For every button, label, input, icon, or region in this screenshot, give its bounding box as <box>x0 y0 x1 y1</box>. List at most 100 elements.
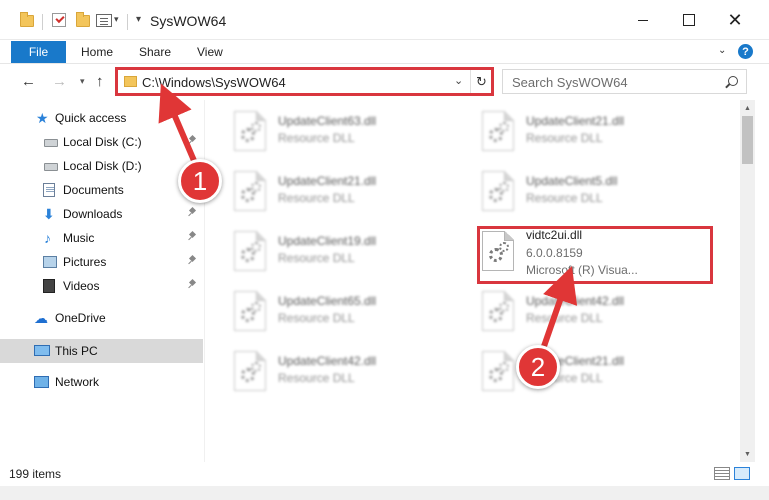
sidebar-item-network[interactable]: Network <box>0 370 203 394</box>
dll-file-icon <box>234 111 266 151</box>
item-count: 199 items <box>9 467 62 481</box>
pin-icon[interactable] <box>189 136 196 145</box>
file-item[interactable]: UpdateClient21.dll Resource DLL <box>478 346 698 396</box>
dll-file-icon <box>482 351 514 391</box>
cloud-icon: ☁ <box>34 310 48 326</box>
folder-icon <box>20 12 34 27</box>
download-icon: ⬇ <box>43 206 55 222</box>
expand-ribbon-icon[interactable]: ⌄ <box>718 45 726 56</box>
file-name: UpdateClient42.dll <box>278 354 377 368</box>
back-arrow-icon[interactable]: ← <box>21 73 36 90</box>
customize-toolbar-icon[interactable]: ▾ <box>136 14 141 25</box>
forward-arrow-icon[interactable]: → <box>52 73 67 90</box>
scroll-down-icon[interactable]: ▼ <box>740 446 755 462</box>
sidebar-item-quick-access[interactable]: ★ Quick access <box>0 106 203 130</box>
pictures-icon <box>43 256 57 268</box>
search-placeholder: Search SysWOW64 <box>512 75 628 90</box>
file-type: Resource DLL <box>526 191 603 205</box>
file-type: Resource DLL <box>526 311 603 325</box>
file-item[interactable]: UpdateClient19.dll Resource DLL <box>230 226 450 276</box>
sidebar-item-downloads[interactable]: ⬇ Downloads <box>0 202 203 226</box>
search-input[interactable]: Search SysWOW64 <box>502 69 747 94</box>
vertical-scrollbar[interactable]: ▲ ▼ <box>740 100 755 462</box>
navigation-pane: ★ Quick access Local Disk (C:) Local Dis… <box>0 100 205 462</box>
file-name: UpdateClient21.dll <box>278 174 377 188</box>
pin-icon[interactable] <box>189 208 196 217</box>
file-item[interactable]: UpdateClient42.dll Resource DLL <box>478 286 698 336</box>
sidebar-item-pictures[interactable]: Pictures <box>0 250 203 274</box>
file-item[interactable]: UpdateClient65.dll Resource DLL <box>230 286 450 336</box>
file-name: UpdateClient5.dll <box>526 174 618 188</box>
pin-icon[interactable] <box>189 256 196 265</box>
chevron-down-icon[interactable]: ▾ <box>114 14 119 25</box>
scrollbar-thumb[interactable] <box>742 116 753 164</box>
file-type: Resource DLL <box>278 251 355 265</box>
star-icon: ★ <box>36 110 49 126</box>
help-icon[interactable]: ? <box>738 44 753 59</box>
toolbar-separator <box>42 14 43 30</box>
file-name: UpdateClient42.dll <box>526 294 625 308</box>
properties-check-icon[interactable] <box>52 13 66 27</box>
close-button[interactable]: ✕ <box>712 0 758 40</box>
status-bar: 199 items <box>0 462 769 486</box>
sidebar-item-label: Pictures <box>63 255 107 269</box>
up-arrow-icon[interactable]: ↑ <box>96 73 104 90</box>
dll-file-icon <box>482 171 514 211</box>
sidebar-item-this-pc[interactable]: This PC <box>0 339 203 363</box>
drive-icon <box>44 163 58 171</box>
dll-file-icon <box>482 291 514 331</box>
pin-icon[interactable] <box>189 280 196 289</box>
dll-file-icon <box>234 351 266 391</box>
search-icon[interactable] <box>728 76 738 86</box>
sidebar-item-label: Local Disk (D:) <box>63 159 142 173</box>
file-type: Resource DLL <box>278 131 355 145</box>
computer-icon <box>34 345 50 356</box>
title-bar: ▾ ▾ SysWOW64 ✕ <box>0 0 769 40</box>
sidebar-item-local-disk-c[interactable]: Local Disk (C:) <box>0 130 203 154</box>
sidebar-item-onedrive[interactable]: ☁ OneDrive <box>0 306 203 330</box>
file-highlight <box>477 226 713 284</box>
file-item[interactable]: UpdateClient42.dll Resource DLL <box>230 346 450 396</box>
chevron-down-icon[interactable]: ▾ <box>80 76 85 87</box>
documents-icon <box>43 183 55 197</box>
new-folder-icon[interactable] <box>76 12 90 27</box>
sidebar-item-label: Downloads <box>63 207 123 221</box>
sidebar-item-label: Network <box>55 375 100 389</box>
pin-icon[interactable] <box>189 232 196 241</box>
tab-share[interactable]: Share <box>139 45 171 59</box>
tab-file[interactable]: File <box>11 41 66 63</box>
scroll-up-icon[interactable]: ▲ <box>740 100 755 116</box>
sidebar-item-music[interactable]: ♪ Music <box>0 226 203 250</box>
details-view-icon[interactable] <box>714 467 730 480</box>
tab-home[interactable]: Home <box>81 45 113 59</box>
sidebar-item-local-disk-d[interactable]: Local Disk (D:) <box>0 154 203 178</box>
sidebar-item-documents[interactable]: Documents <box>0 178 203 202</box>
window-title: SysWOW64 <box>150 13 227 29</box>
sidebar-item-label: Music <box>63 231 95 245</box>
sidebar-item-label: Videos <box>63 279 100 293</box>
videos-icon <box>43 279 55 293</box>
dll-file-icon <box>234 291 266 331</box>
file-item[interactable]: UpdateClient21.dll Resource DLL <box>478 106 698 156</box>
tab-view[interactable]: View <box>197 45 223 59</box>
file-name: UpdateClient21.dll <box>526 114 625 128</box>
file-item[interactable]: UpdateClient5.dll Resource DLL <box>478 166 698 216</box>
drive-icon <box>44 139 58 147</box>
tiles-view-icon[interactable] <box>734 467 750 480</box>
file-item[interactable]: UpdateClient21.dll Resource DLL <box>230 166 450 216</box>
dll-file-icon <box>234 171 266 211</box>
minimize-button[interactable] <box>620 0 666 40</box>
file-item[interactable]: UpdateClient63.dll Resource DLL <box>230 106 450 156</box>
file-type: Resource DLL <box>278 371 355 385</box>
maximize-button[interactable] <box>666 0 712 40</box>
window-bottom-edge <box>0 486 769 500</box>
step-1-badge: 1 <box>178 159 222 203</box>
file-type: Resource DLL <box>278 191 355 205</box>
navigation-bar: ← → ▾ ↑ C:\Windows\SysWOW64 ⌄ ↻ Search S… <box>0 64 769 100</box>
sidebar-item-videos[interactable]: Videos <box>0 274 203 298</box>
properties-icon[interactable] <box>96 14 112 27</box>
network-icon <box>34 376 49 388</box>
file-name: UpdateClient65.dll <box>278 294 377 308</box>
sidebar-item-label: OneDrive <box>55 311 106 325</box>
sidebar-item-label: Quick access <box>55 111 127 125</box>
